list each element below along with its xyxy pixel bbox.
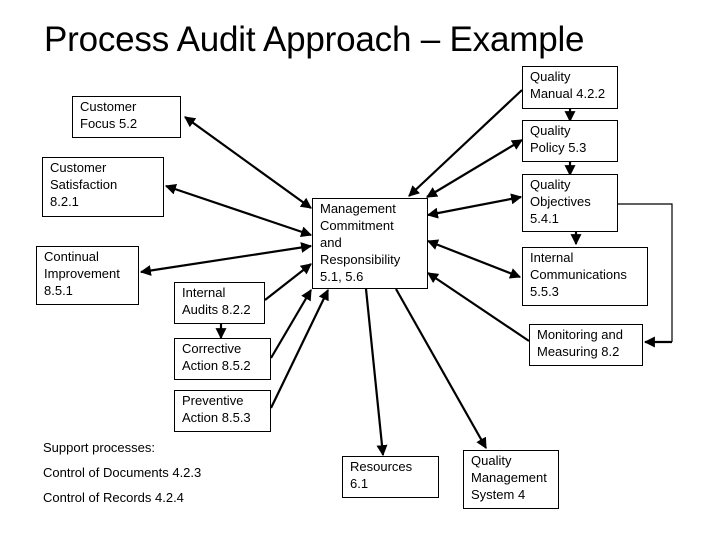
node-internal-audits[interactable]: Internal Audits 8.2.2 <box>174 282 265 324</box>
node-label-line: Objectives <box>530 194 591 209</box>
node-label-line: and <box>320 235 342 250</box>
node-label-line: 6.1 <box>350 476 369 491</box>
connector-continual-improvement <box>139 242 313 276</box>
connector-internal-communications <box>426 239 522 279</box>
node-preventive-action[interactable]: Preventive Action 8.5.3 <box>174 390 271 432</box>
node-label-line: Improvement <box>44 266 120 281</box>
node-label-line: Corrective <box>182 341 242 356</box>
node-label-line: 8.5.1 <box>44 283 73 298</box>
node-label-line: Action 8.5.3 <box>182 410 251 425</box>
node-label-line: Communications <box>530 267 627 282</box>
node-label-line: System 4 <box>471 487 526 502</box>
node-label-line: Responsibility <box>320 252 401 267</box>
node-continual-improvement[interactable]: Continual Improvement 8.5.1 <box>36 246 139 305</box>
node-customer-satisfaction[interactable]: Customer Satisfaction 8.2.1 <box>42 157 164 217</box>
node-label-line: 8.2.1 <box>50 194 79 209</box>
node-label-line: 5.1, 5.6 <box>320 269 364 284</box>
node-qms[interactable]: Quality Management System 4 <box>463 450 559 509</box>
connector-internal-audits <box>264 263 312 301</box>
node-label-line: Manual 4.2.2 <box>530 86 606 101</box>
connector-qms <box>395 288 487 449</box>
node-label-line: Monitoring and <box>537 327 623 342</box>
node-label-line: Measuring 8.2 <box>537 344 620 359</box>
connector-customer-focus <box>184 116 312 209</box>
node-corrective-action[interactable]: Corrective Action 8.5.2 <box>174 338 271 380</box>
node-label-line: 5.5.3 <box>530 284 559 299</box>
support-process-item: Control of Records 4.2.4 <box>43 490 184 505</box>
node-customer-focus[interactable]: Customer Focus 5.2 <box>72 96 181 138</box>
node-label-line: Quality <box>530 177 571 192</box>
connector-quality-policy <box>426 139 523 198</box>
connector-resources <box>364 288 388 457</box>
node-label-line: Management <box>471 470 547 485</box>
connector-monitoring-measuring <box>427 272 530 342</box>
node-label-line: Internal <box>530 250 574 265</box>
node-label-line: 5.4.1 <box>530 211 559 226</box>
node-monitoring-measuring[interactable]: Monitoring and Measuring 8.2 <box>529 324 643 366</box>
node-quality-policy[interactable]: Quality Policy 5.3 <box>522 120 618 162</box>
connector-quality-objectives <box>426 193 523 219</box>
node-quality-manual[interactable]: Quality Manual 4.2.2 <box>522 66 618 109</box>
node-management-commitment[interactable]: Management Commitment and Responsibility… <box>312 198 428 289</box>
node-label-line: Action 8.5.2 <box>182 358 251 373</box>
support-processes-heading: Support processes: <box>43 440 156 455</box>
node-label-line: Policy 5.3 <box>530 140 587 155</box>
node-label-line: Continual <box>44 249 99 264</box>
node-label-line: Quality <box>471 453 512 468</box>
node-label-line: Satisfaction <box>50 177 118 192</box>
node-label-line: Quality <box>530 69 571 84</box>
node-label-line: Resources <box>350 459 413 474</box>
node-label-line: Preventive <box>182 393 244 408</box>
node-label-line: Customer <box>80 99 137 114</box>
node-label-line: Commitment <box>320 218 394 233</box>
node-quality-objectives[interactable]: Quality Objectives 5.4.1 <box>522 174 618 232</box>
connector-corrective-action <box>270 289 312 359</box>
node-resources[interactable]: Resources 6.1 <box>342 456 439 498</box>
node-label-line: Customer <box>50 160 107 175</box>
node-label-line: Quality <box>530 123 571 138</box>
node-label-line: Audits 8.2.2 <box>182 302 251 317</box>
node-internal-communications[interactable]: Internal Communications 5.5.3 <box>522 247 648 306</box>
node-label-line: Management <box>320 201 396 216</box>
support-process-item: Control of Documents 4.2.3 <box>43 465 202 480</box>
node-label-line: Focus 5.2 <box>80 116 138 131</box>
connector-quality-manual <box>408 89 523 197</box>
node-label-line: Internal <box>182 285 226 300</box>
